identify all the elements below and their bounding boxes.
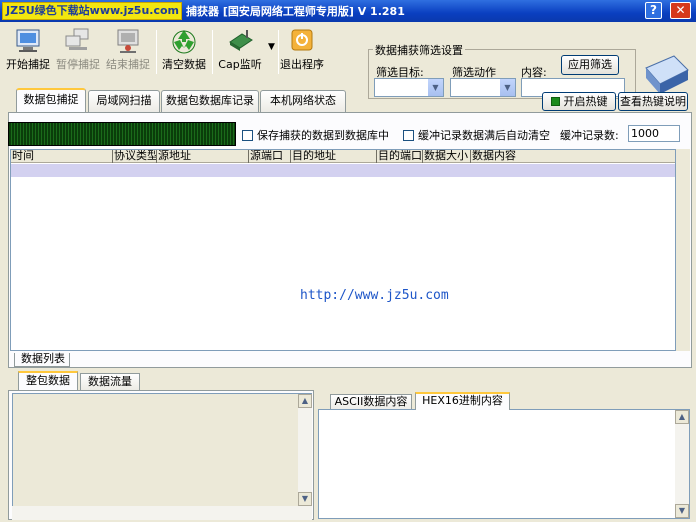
stop-capture-label: 结束捕捉 (106, 58, 150, 71)
title-bar: JZ5U绿色下载站www.jz5u.com 捕获器 [国安局网络工程师专用版] … (0, 0, 696, 22)
cap-dropdown-arrow-icon[interactable]: ▼ (268, 42, 275, 52)
column-header-data-size[interactable]: 数据大小 (423, 150, 471, 163)
exit-program-label: 退出程序 (280, 58, 324, 71)
window-title: 捕获器 [国安局网络工程师专用版] V 1.281 (186, 5, 405, 18)
packet-list-header: 时间 协议类型 源地址 源端口 目的地址 目的端口 数据大小 数据内容 (11, 150, 675, 163)
chevron-down-icon[interactable]: ▼ (427, 79, 443, 96)
column-header-dest-port[interactable]: 目的端口 (377, 150, 423, 163)
filter-group-title: 数据捕获筛选设置 (373, 42, 465, 58)
pause-capture-label: 暂停捕捉 (56, 58, 100, 71)
pause-capture-button[interactable]: 暂停捕捉 (54, 28, 102, 72)
power-icon (291, 29, 313, 51)
help-button[interactable]: ? (645, 2, 662, 19)
tab-full-packet[interactable]: 整包数据 (18, 371, 78, 390)
packet-list[interactable]: 时间 协议类型 源地址 源端口 目的地址 目的端口 数据大小 数据内容 (10, 149, 676, 351)
column-header-dest-addr[interactable]: 目的地址 (291, 150, 377, 163)
traffic-meter (8, 122, 236, 146)
apply-filter-button[interactable]: 应用筛选 (561, 55, 619, 75)
tab-lan-scan[interactable]: 局域网扫描 (88, 90, 160, 112)
url-watermark: http://www.jz5u.com (300, 288, 449, 303)
monitor-stop-icon (117, 29, 139, 53)
start-capture-label: 开始捕捉 (6, 58, 50, 71)
column-header-data-content[interactable]: 数据内容 (471, 150, 675, 163)
tab-data-flow[interactable]: 数据流量 (80, 373, 140, 390)
recycle-icon (172, 30, 196, 54)
view-hotkey-button[interactable]: 查看热键说明 (618, 92, 688, 111)
toolbar-separator (156, 30, 157, 74)
toolbar: 开始捕捉 暂停捕捉 结束捕捉 清空数据 Cap监听 ▼ 退出程序 数据捕获筛选设… (0, 22, 696, 99)
checkbox-icon[interactable] (403, 130, 414, 141)
column-header-protocol[interactable]: 协议类型 (113, 150, 157, 163)
column-header-time[interactable]: 时间 (11, 150, 113, 163)
chevron-down-icon[interactable]: ▼ (499, 79, 515, 96)
buffer-count-label: 缓冲记录数: (560, 129, 619, 142)
hex-content-textarea[interactable] (318, 409, 690, 519)
cap-monitor-button[interactable]: Cap监听 (216, 28, 264, 72)
tab-packet-capture[interactable]: 数据包捕捉 (16, 88, 86, 112)
filter-action-select[interactable]: ▼ (450, 78, 516, 97)
tab-ascii-content[interactable]: ASCII数据内容 (330, 394, 412, 410)
site-watermark-label: JZ5U绿色下载站www.jz5u.com (2, 2, 182, 20)
tab-network-status[interactable]: 本机网络状态 (260, 90, 346, 112)
save-to-db-label: 保存捕获的数据到数据库中 (257, 129, 389, 142)
full-packet-textarea[interactable] (12, 393, 312, 507)
monitor-start-icon (16, 29, 40, 52)
filter-target-select[interactable]: ▼ (374, 78, 444, 97)
full-packet-hscroll[interactable] (12, 506, 312, 520)
full-packet-vscroll[interactable]: ▲ ▼ (298, 394, 312, 506)
hex-content-vscroll[interactable]: ▲ ▼ (675, 410, 689, 518)
cap-monitor-label: Cap监听 (218, 58, 262, 71)
auto-clear-checkbox[interactable]: 缓冲记录数据满后自动清空 (403, 127, 550, 143)
toolbar-separator (212, 30, 213, 74)
scroll-up-icon[interactable]: ▲ (298, 394, 312, 408)
network-pause-icon (65, 28, 89, 50)
scroll-down-icon[interactable]: ▼ (298, 492, 312, 506)
stop-capture-button[interactable]: 结束捕捉 (104, 28, 152, 72)
enable-hotkey-label: 开启热键 (563, 95, 608, 108)
checkbox-icon[interactable] (242, 130, 253, 141)
packet-list-scrollbar[interactable] (676, 149, 690, 351)
selected-row[interactable] (11, 164, 675, 177)
save-to-db-checkbox[interactable]: 保存捕获的数据到数据库中 (242, 127, 389, 143)
enable-hotkey-button[interactable]: 开启热键 (542, 92, 616, 111)
clear-data-button[interactable]: 清空数据 (160, 28, 208, 72)
column-header-source-port[interactable]: 源端口 (249, 150, 291, 163)
clear-data-label: 清空数据 (162, 58, 206, 71)
auto-clear-label: 缓冲记录数据满后自动清空 (418, 129, 550, 142)
tab-hex-content[interactable]: HEX16进制内容 (415, 392, 510, 410)
network-card-icon (229, 30, 253, 51)
close-button[interactable]: ✕ (670, 2, 691, 19)
scroll-up-icon[interactable]: ▲ (675, 410, 689, 424)
exit-program-button[interactable]: 退出程序 (278, 28, 326, 72)
green-square-icon (550, 97, 560, 106)
tab-db-records[interactable]: 数据包数据库记录 (161, 90, 259, 112)
column-header-source-addr[interactable]: 源地址 (157, 150, 249, 163)
buffer-count-input[interactable]: 1000 (628, 125, 680, 142)
scroll-down-icon[interactable]: ▼ (675, 504, 689, 518)
start-capture-button[interactable]: 开始捕捉 (4, 28, 52, 72)
tab-data-list[interactable]: 数据列表 (14, 353, 70, 367)
